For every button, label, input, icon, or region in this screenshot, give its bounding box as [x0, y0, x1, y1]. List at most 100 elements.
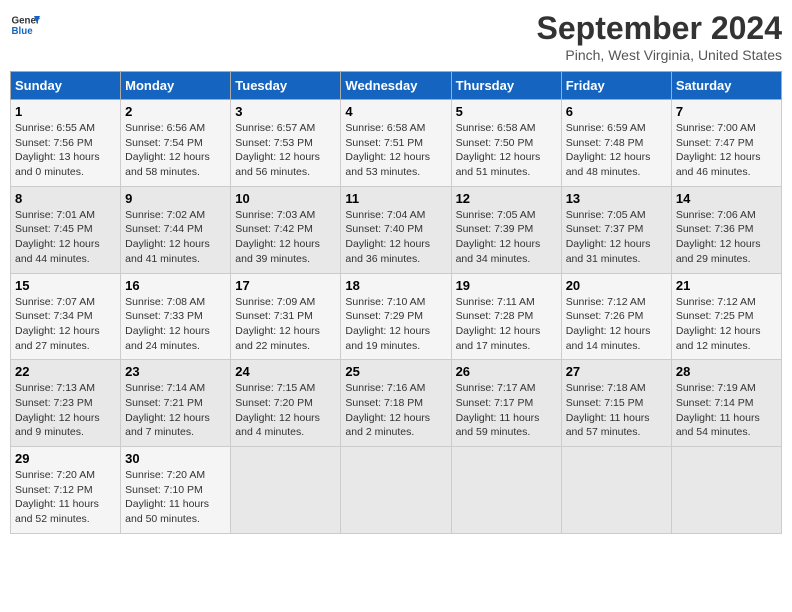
- day-info: Sunrise: 7:17 AMSunset: 7:17 PMDaylight:…: [456, 381, 557, 440]
- day-number: 8: [15, 191, 116, 206]
- col-header-sunday: Sunday: [11, 72, 121, 100]
- day-info: Sunrise: 7:05 AMSunset: 7:37 PMDaylight:…: [566, 208, 667, 267]
- day-info: Sunrise: 7:12 AMSunset: 7:25 PMDaylight:…: [676, 295, 777, 354]
- day-cell: 28Sunrise: 7:19 AMSunset: 7:14 PMDayligh…: [671, 360, 781, 447]
- day-cell: 12 Sunrise: 7:05 AMSunset: 7:39 PMDayligh…: [451, 186, 561, 273]
- col-header-friday: Friday: [561, 72, 671, 100]
- day-info: Sunrise: 7:05 AMSunset: 7:39 PMDaylight:…: [456, 208, 557, 267]
- day-number: 23: [125, 364, 226, 379]
- day-cell: 10 Sunrise: 7:03 AMSunset: 7:42 PMDayligh…: [231, 186, 341, 273]
- day-number: 14: [676, 191, 777, 206]
- title-area: September 2024 Pinch, West Virginia, Uni…: [537, 10, 782, 63]
- day-cell: 4Sunrise: 6:58 AMSunset: 7:51 PMDaylight…: [341, 100, 451, 187]
- day-cell: 20 Sunrise: 7:12 AMSunset: 7:26 PMDayligh…: [561, 273, 671, 360]
- day-number: 17: [235, 278, 336, 293]
- day-cell: 30Sunrise: 7:20 AMSunset: 7:10 PMDayligh…: [121, 447, 231, 534]
- day-number: 10: [235, 191, 336, 206]
- day-cell: [341, 447, 451, 534]
- day-info: Sunrise: 7:15 AMSunset: 7:20 PMDaylight:…: [235, 381, 336, 440]
- day-cell: 2 Sunrise: 6:56 AMSunset: 7:54 PMDaylight…: [121, 100, 231, 187]
- week-row-1: 1 Sunrise: 6:55 AMSunset: 7:56 PMDaylight…: [11, 100, 782, 187]
- day-number: 11: [345, 191, 446, 206]
- day-cell: 27 Sunrise: 7:18 AMSunset: 7:15 PMDayligh…: [561, 360, 671, 447]
- day-cell: 14 Sunrise: 7:06 AMSunset: 7:36 PMDayligh…: [671, 186, 781, 273]
- day-cell: 11 Sunrise: 7:04 AMSunset: 7:40 PMDayligh…: [341, 186, 451, 273]
- day-info: Sunrise: 7:11 AMSunset: 7:28 PMDaylight:…: [456, 295, 557, 354]
- day-info: Sunrise: 6:59 AMSunset: 7:48 PMDaylight:…: [566, 121, 667, 180]
- day-cell: 7 Sunrise: 7:00 AMSunset: 7:47 PMDaylight…: [671, 100, 781, 187]
- day-info: Sunrise: 7:07 AMSunset: 7:34 PMDaylight:…: [15, 295, 116, 354]
- day-info: Sunrise: 7:08 AMSunset: 7:33 PMDaylight:…: [125, 295, 226, 354]
- day-info: Sunrise: 7:12 AMSunset: 7:26 PMDaylight:…: [566, 295, 667, 354]
- day-info: Sunrise: 7:06 AMSunset: 7:36 PMDaylight:…: [676, 208, 777, 267]
- day-number: 21: [676, 278, 777, 293]
- day-cell: 23 Sunrise: 7:14 AMSunset: 7:21 PMDayligh…: [121, 360, 231, 447]
- day-number: 27: [566, 364, 667, 379]
- day-cell: 22 Sunrise: 7:13 AMSunset: 7:23 PMDayligh…: [11, 360, 121, 447]
- week-row-3: 15 Sunrise: 7:07 AMSunset: 7:34 PMDayligh…: [11, 273, 782, 360]
- day-number: 15: [15, 278, 116, 293]
- day-cell: 16Sunrise: 7:08 AMSunset: 7:33 PMDayligh…: [121, 273, 231, 360]
- day-info: Sunrise: 7:20 AMSunset: 7:10 PMDaylight:…: [125, 468, 226, 527]
- day-cell: [451, 447, 561, 534]
- day-number: 12: [456, 191, 557, 206]
- col-header-tuesday: Tuesday: [231, 72, 341, 100]
- day-number: 5: [456, 104, 557, 119]
- col-header-thursday: Thursday: [451, 72, 561, 100]
- day-cell: 29 Sunrise: 7:20 AMSunset: 7:12 PMDayligh…: [11, 447, 121, 534]
- day-number: 20: [566, 278, 667, 293]
- day-cell: [561, 447, 671, 534]
- day-number: 22: [15, 364, 116, 379]
- day-number: 19: [456, 278, 557, 293]
- day-cell: 13 Sunrise: 7:05 AMSunset: 7:37 PMDayligh…: [561, 186, 671, 273]
- day-number: 1: [15, 104, 116, 119]
- day-info: Sunrise: 7:16 AMSunset: 7:18 PMDaylight:…: [345, 381, 446, 440]
- col-header-saturday: Saturday: [671, 72, 781, 100]
- logo-icon: General Blue: [10, 10, 40, 40]
- subtitle: Pinch, West Virginia, United States: [537, 47, 782, 63]
- day-info: Sunrise: 6:58 AMSunset: 7:50 PMDaylight:…: [456, 121, 557, 180]
- day-cell: 6Sunrise: 6:59 AMSunset: 7:48 PMDaylight…: [561, 100, 671, 187]
- day-number: 7: [676, 104, 777, 119]
- day-info: Sunrise: 7:04 AMSunset: 7:40 PMDaylight:…: [345, 208, 446, 267]
- day-info: Sunrise: 7:00 AMSunset: 7:47 PMDaylight:…: [676, 121, 777, 180]
- col-header-wednesday: Wednesday: [341, 72, 451, 100]
- day-info: Sunrise: 6:56 AMSunset: 7:54 PMDaylight:…: [125, 121, 226, 180]
- day-number: 13: [566, 191, 667, 206]
- day-cell: 9Sunrise: 7:02 AMSunset: 7:44 PMDaylight…: [121, 186, 231, 273]
- day-number: 24: [235, 364, 336, 379]
- day-number: 2: [125, 104, 226, 119]
- day-info: Sunrise: 7:18 AMSunset: 7:15 PMDaylight:…: [566, 381, 667, 440]
- day-number: 25: [345, 364, 446, 379]
- day-info: Sunrise: 7:14 AMSunset: 7:21 PMDaylight:…: [125, 381, 226, 440]
- day-number: 26: [456, 364, 557, 379]
- day-number: 29: [15, 451, 116, 466]
- day-number: 28: [676, 364, 777, 379]
- day-cell: 25 Sunrise: 7:16 AMSunset: 7:18 PMDayligh…: [341, 360, 451, 447]
- svg-text:Blue: Blue: [12, 26, 34, 37]
- day-number: 18: [345, 278, 446, 293]
- day-info: Sunrise: 6:55 AMSunset: 7:56 PMDaylight:…: [15, 121, 116, 180]
- day-cell: 5 Sunrise: 6:58 AMSunset: 7:50 PMDaylight…: [451, 100, 561, 187]
- col-header-monday: Monday: [121, 72, 231, 100]
- day-cell: 26 Sunrise: 7:17 AMSunset: 7:17 PMDayligh…: [451, 360, 561, 447]
- logo: General Blue: [10, 10, 40, 40]
- day-info: Sunrise: 7:09 AMSunset: 7:31 PMDaylight:…: [235, 295, 336, 354]
- day-cell: [231, 447, 341, 534]
- week-row-5: 29 Sunrise: 7:20 AMSunset: 7:12 PMDayligh…: [11, 447, 782, 534]
- day-number: 3: [235, 104, 336, 119]
- day-info: Sunrise: 7:20 AMSunset: 7:12 PMDaylight:…: [15, 468, 116, 527]
- day-info: Sunrise: 7:13 AMSunset: 7:23 PMDaylight:…: [15, 381, 116, 440]
- header-row: SundayMondayTuesdayWednesdayThursdayFrid…: [11, 72, 782, 100]
- day-cell: [671, 447, 781, 534]
- week-row-2: 8Sunrise: 7:01 AMSunset: 7:45 PMDaylight…: [11, 186, 782, 273]
- day-cell: 1 Sunrise: 6:55 AMSunset: 7:56 PMDaylight…: [11, 100, 121, 187]
- day-info: Sunrise: 6:58 AMSunset: 7:51 PMDaylight:…: [345, 121, 446, 180]
- day-info: Sunrise: 7:03 AMSunset: 7:42 PMDaylight:…: [235, 208, 336, 267]
- day-cell: 17 Sunrise: 7:09 AMSunset: 7:31 PMDayligh…: [231, 273, 341, 360]
- day-cell: 19 Sunrise: 7:11 AMSunset: 7:28 PMDayligh…: [451, 273, 561, 360]
- calendar-table: SundayMondayTuesdayWednesdayThursdayFrid…: [10, 71, 782, 534]
- header: General Blue September 2024 Pinch, West …: [10, 10, 782, 63]
- day-cell: 8Sunrise: 7:01 AMSunset: 7:45 PMDaylight…: [11, 186, 121, 273]
- day-cell: 24 Sunrise: 7:15 AMSunset: 7:20 PMDayligh…: [231, 360, 341, 447]
